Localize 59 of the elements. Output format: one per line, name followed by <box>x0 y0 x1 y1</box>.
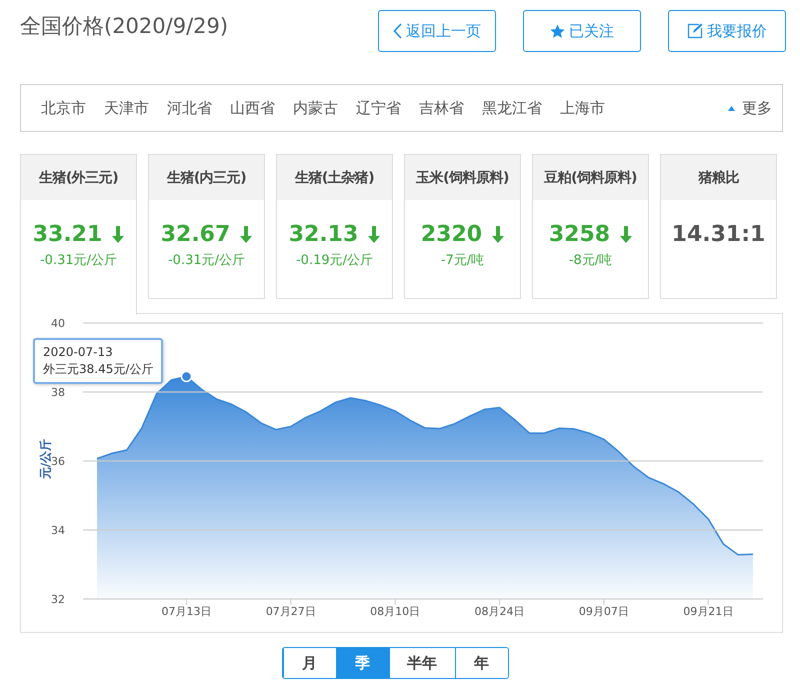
highlight-point <box>180 370 192 382</box>
card-title: 豆粕(饲料原料) <box>533 155 648 200</box>
page-title: 全国价格(2020/9/29) <box>20 13 228 40</box>
x-tick-label: 07月13日 <box>161 605 212 618</box>
price-card[interactable]: 生猪(土杂猪) 32.13 -0.19元/公斤 <box>276 154 393 299</box>
price-value: 32.13 <box>288 222 358 247</box>
price-change: -8元/吨 <box>568 252 612 269</box>
x-tick-label: 07月27日 <box>266 605 316 618</box>
price-value: 32.67 <box>160 222 230 247</box>
y-tick-label: 34 <box>51 524 65 537</box>
x-tick-label: 08月24日 <box>474 605 525 618</box>
price-card[interactable]: 猪粮比 14.31:1 <box>660 154 777 299</box>
edit-icon <box>687 23 703 39</box>
region-link[interactable]: 辽宁省 <box>356 98 401 118</box>
region-link[interactable]: 上海市 <box>560 98 605 118</box>
price-card[interactable]: 生猪(内三元) 32.67 -0.31元/公斤 <box>148 154 265 299</box>
arrow-down-icon <box>112 226 124 243</box>
x-tick-label: 09月07日 <box>578 605 629 618</box>
price-change: -0.31元/公斤 <box>168 252 246 269</box>
price-value: 3258 <box>548 222 610 247</box>
region-link[interactable]: 吉林省 <box>419 98 464 118</box>
price-card[interactable]: 生猪(外三元) 33.21 -0.31元/公斤 <box>20 154 137 315</box>
price-change: -0.19元/公斤 <box>296 252 374 269</box>
card-title: 玉米(饲料原料) <box>405 155 520 200</box>
price-change: -7元/吨 <box>440 252 484 269</box>
card-title: 猪粮比 <box>661 155 776 200</box>
arrow-down-icon <box>240 226 252 243</box>
price-card[interactable]: 豆粕(饲料原料) 3258 -8元/吨 <box>532 154 649 299</box>
y-axis-label: 元/公斤 <box>38 438 52 480</box>
y-tick-label: 36 <box>51 455 65 468</box>
region-link[interactable]: 河北省 <box>167 98 212 118</box>
price-value: 33.21 <box>32 222 102 247</box>
price-value: 2320 <box>420 222 482 247</box>
card-title: 生猪(外三元) <box>21 155 136 200</box>
card-title: 生猪(内三元) <box>149 155 264 200</box>
arrow-down-icon <box>620 226 632 243</box>
tooltip-value: 外三元38.45元/公斤 <box>43 361 154 378</box>
range-tab[interactable]: 年 <box>454 648 508 678</box>
triangle-up-icon <box>728 106 735 110</box>
price-change: -0.31元/公斤 <box>40 252 118 269</box>
region-link[interactable]: 北京市 <box>41 98 86 118</box>
region-link[interactable]: 内蒙古 <box>293 98 338 118</box>
y-tick-label: 32 <box>51 593 65 606</box>
arrow-down-icon <box>492 226 504 243</box>
price-card[interactable]: 玉米(饲料原料) 2320 -7元/吨 <box>404 154 521 299</box>
chevron-left-icon <box>393 23 402 39</box>
x-tick-label: 09月21日 <box>683 605 734 618</box>
region-link[interactable]: 黑龙江省 <box>482 98 542 118</box>
x-tick-label: 08月10日 <box>370 605 420 618</box>
star-icon <box>550 24 565 38</box>
card-title: 生猪(土杂猪) <box>277 155 392 200</box>
y-tick-label: 38 <box>51 386 65 399</box>
price-value: 14.31:1 <box>672 222 766 247</box>
tooltip-date: 2020-07-13 <box>43 344 114 361</box>
arrow-down-icon <box>368 226 380 243</box>
region-link[interactable]: 天津市 <box>104 98 149 118</box>
more-link[interactable]: 更多 <box>742 98 772 118</box>
region-link[interactable]: 山西省 <box>230 98 275 118</box>
y-tick-label: 40 <box>51 317 65 330</box>
